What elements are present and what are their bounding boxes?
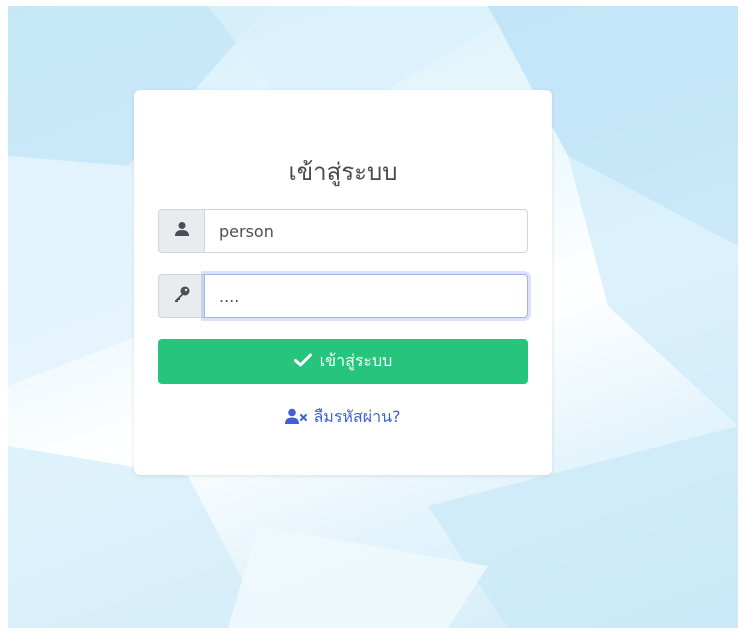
user-times-icon [285, 408, 308, 428]
password-addon [158, 274, 204, 318]
page-title: เข้าสู่ระบบ [288, 158, 398, 186]
login-button-label: เข้าสู่ระบบ [319, 351, 393, 370]
key-icon [173, 285, 191, 307]
check-icon [293, 352, 312, 371]
user-icon [174, 221, 190, 241]
username-group [158, 209, 528, 253]
forgot-password-label: ลืมรหัสผ่าน? [313, 407, 401, 426]
password-group [158, 274, 528, 318]
login-card: เข้าสู่ระบบ person .... เข้าสู่ระบบ ลืมร… [134, 90, 552, 475]
username-input[interactable] [204, 209, 528, 253]
login-button[interactable]: เข้าสู่ระบบ [158, 339, 528, 384]
forgot-password-link[interactable]: ลืมรหัสผ่าน? [134, 405, 552, 430]
username-addon [158, 209, 204, 253]
password-input[interactable] [204, 274, 528, 318]
